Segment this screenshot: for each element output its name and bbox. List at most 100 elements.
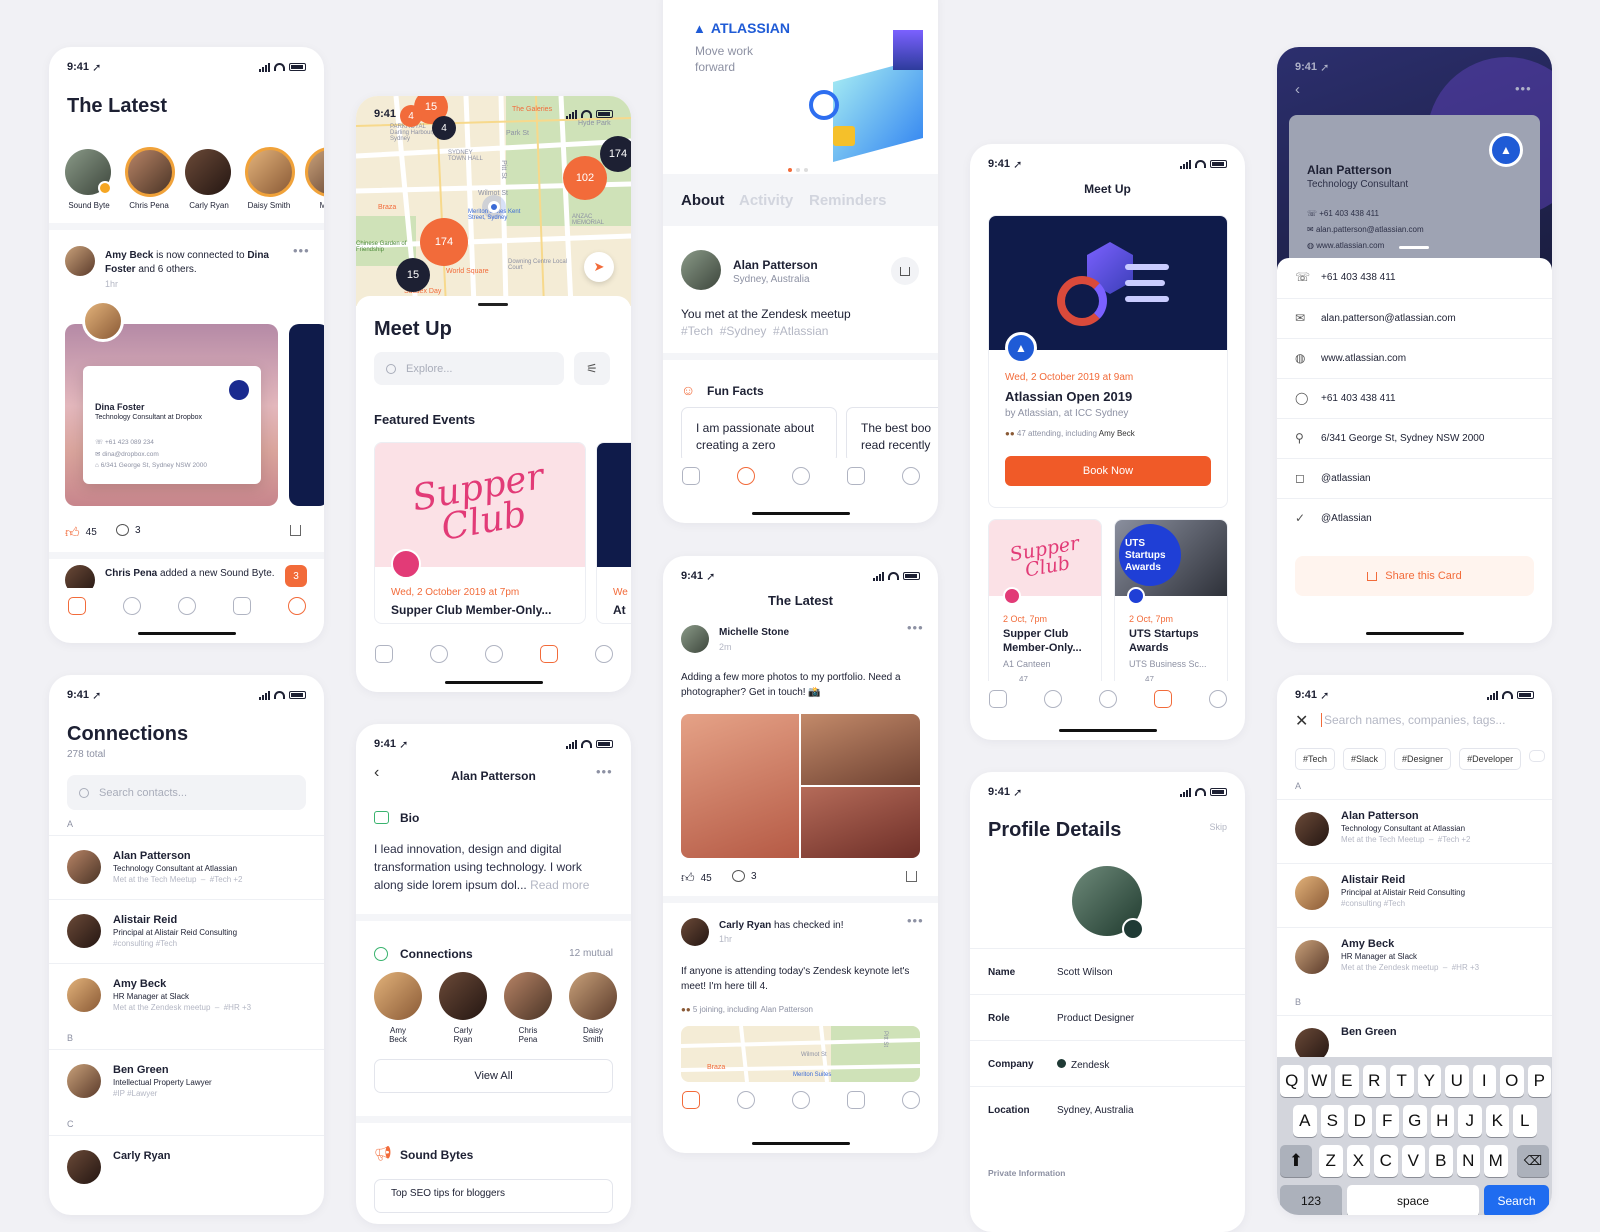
map-cluster[interactable]: 102 [563,156,607,200]
profile-icon[interactable] [287,597,306,615]
key-z[interactable]: Z [1319,1145,1343,1177]
more-icon[interactable]: ••• [293,243,310,258]
tag-chip[interactable]: #Developer [1459,748,1522,770]
key-x[interactable]: X [1346,1145,1370,1177]
detail-row[interactable]: Role Product Designer [970,994,1245,1040]
shared-card[interactable]: Dina Foster Technology Consultant at Dro… [65,324,278,506]
more-icon[interactable]: ••• [1515,81,1532,96]
key-h[interactable]: H [1430,1105,1454,1137]
map-cluster[interactable]: 174 [600,136,631,172]
add-icon[interactable] [791,1091,810,1109]
people-icon[interactable] [122,597,141,615]
key-d[interactable]: D [1348,1105,1372,1137]
map-icon[interactable] [232,597,251,615]
numbers-key[interactable]: 123 [1280,1185,1342,1215]
key-s[interactable]: S [1320,1105,1344,1137]
key-c[interactable]: C [1374,1145,1398,1177]
add-icon[interactable] [791,467,810,485]
search-key[interactable]: Search [1484,1185,1549,1215]
contact-detail-row[interactable]: ✉ alan.patterson@atlassian.com [1277,298,1552,338]
event-hero-card[interactable]: ▲ Wed, 2 October 2019 at 9am Atlassian O… [988,215,1228,508]
shift-key[interactable]: ⬆ [1280,1145,1312,1177]
search-input[interactable]: Explore... [374,352,564,385]
people-icon[interactable] [429,645,448,663]
connection-item[interactable]: Amy Beck [374,972,422,1044]
connection-item[interactable]: Chris Pena [504,972,552,1044]
key-y[interactable]: Y [1417,1065,1441,1097]
story-item[interactable]: Melis [305,147,324,210]
comment-button[interactable]: 3 [116,524,141,536]
fact-card[interactable]: The best boo read recently [846,407,938,463]
map-icon[interactable] [1153,690,1172,708]
map-cluster[interactable]: 4 [432,116,456,140]
contact-detail-row[interactable]: ✓ @Atlassian [1277,498,1552,538]
key-g[interactable]: G [1403,1105,1427,1137]
map-icon[interactable] [846,1091,865,1109]
connection-item[interactable]: Daisy Smith [569,972,617,1044]
contact-row[interactable]: Alan Patterson Technology Consultant at A… [1277,799,1552,863]
key-u[interactable]: U [1445,1065,1469,1097]
back-icon[interactable]: ‹ [1295,81,1300,98]
view-all-button[interactable]: View All [374,1059,613,1093]
contact-row[interactable]: Ben Green Intellectual Property Lawyer #IP… [49,1049,324,1113]
home-icon[interactable] [67,597,86,615]
map[interactable]: The Galeries Hyde Park Park St SYDNEY TO… [356,96,631,306]
share-card-button[interactable]: Share this Card [1295,556,1534,596]
event-card[interactable]: Supper Club Wed, 2 October 2019 at 7pm S… [374,442,586,624]
key-w[interactable]: W [1307,1065,1331,1097]
more-icon[interactable]: ••• [907,620,924,635]
key-l[interactable]: L [1513,1105,1537,1137]
backspace-key[interactable]: ⌫ [1517,1145,1549,1177]
like-button[interactable]: 👍︎ 45 [65,524,97,541]
event-card[interactable]: We At [596,442,631,624]
key-a[interactable]: A [1293,1105,1317,1137]
home-icon[interactable] [681,467,700,485]
profile-icon[interactable] [594,645,613,663]
contact-row[interactable]: Alistair Reid Principal at Alistair Reid … [1277,863,1552,927]
detail-row[interactable]: Name Scott Wilson [970,948,1245,994]
key-n[interactable]: N [1456,1145,1480,1177]
add-icon[interactable] [177,597,196,615]
tab-about[interactable]: About [681,192,724,209]
filter-button[interactable]: ⚟ [574,352,610,385]
sound-byte-item[interactable]: Top SEO tips for bloggers [374,1179,613,1213]
profile-icon[interactable] [901,467,920,485]
contact-detail-row[interactable]: ◍ www.atlassian.com [1277,338,1552,378]
people-icon[interactable] [736,1091,755,1109]
connection-item[interactable]: Carly Ryan [439,972,487,1044]
share-icon[interactable] [290,525,301,536]
contact-detail-row[interactable]: ☏ +61 403 438 411 [1277,258,1552,298]
event-card[interactable]: UTS Startups Awards 2 Oct, 7pm UTS Start… [1114,519,1228,689]
share-button[interactable] [891,257,919,285]
tag-chip[interactable]: #Designer [1394,748,1452,770]
sheet-handle[interactable] [478,303,508,306]
map-cluster[interactable]: 4 [400,105,422,127]
home-icon[interactable] [988,690,1007,708]
event-card[interactable]: Supper Club 2 Oct, 7pm Supper Club Membe… [988,519,1102,689]
contact-row[interactable]: Amy Beck HR Manager at Slack Met at the Ze… [49,963,324,1027]
key-k[interactable]: K [1485,1105,1509,1137]
contact-row[interactable]: Carly Ryan [49,1135,324,1199]
key-p[interactable]: P [1527,1065,1551,1097]
photo-grid[interactable] [681,714,920,858]
map-icon[interactable] [846,467,865,485]
key-r[interactable]: R [1362,1065,1386,1097]
like-button[interactable]: 👍︎ 45 [681,870,712,886]
sheet-handle[interactable] [1399,246,1429,249]
share-icon[interactable] [906,871,917,882]
key-j[interactable]: J [1458,1105,1482,1137]
story-item[interactable]: Carly Ryan [185,149,233,210]
contact-detail-row[interactable]: ◯ +61 403 438 411 [1277,378,1552,418]
story-item[interactable]: Sound Byte [65,149,113,210]
profile-icon[interactable] [1208,690,1227,708]
key-i[interactable]: I [1472,1065,1496,1097]
add-icon[interactable] [484,645,503,663]
close-icon[interactable]: ✕ [1295,711,1308,731]
people-icon[interactable] [1043,690,1062,708]
key-f[interactable]: F [1375,1105,1399,1137]
detail-row[interactable]: Location Sydney, Australia [970,1086,1245,1132]
home-icon[interactable] [374,645,393,663]
tab-reminders[interactable]: Reminders [809,192,887,209]
search-input[interactable]: Search contacts... [67,775,306,810]
contact-detail-row[interactable]: ◻ @atlassian [1277,458,1552,498]
